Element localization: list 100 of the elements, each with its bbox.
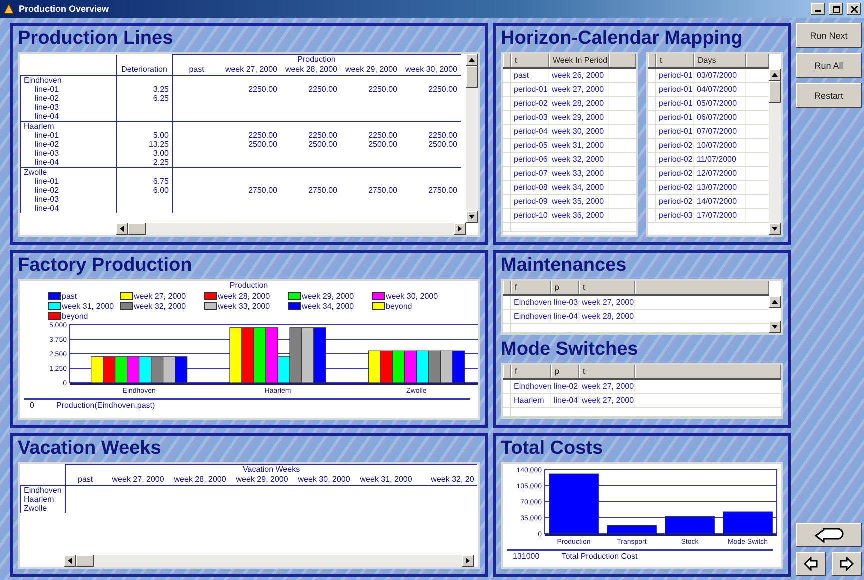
scroll-down-button[interactable] (769, 321, 781, 333)
previous-button[interactable] (796, 552, 826, 576)
table-cell: 03/07/2000 (694, 69, 746, 82)
scroll-left-button[interactable] (64, 555, 76, 567)
command-button[interactable]: Run All (796, 53, 862, 78)
chart-bar (139, 356, 152, 384)
table-cell: period-10 (511, 209, 549, 222)
return-button[interactable] (796, 523, 862, 547)
column-header[interactable]: t (579, 281, 635, 294)
column-header[interactable]: t (579, 365, 635, 378)
table-cell: 13/07/2000 (694, 181, 746, 194)
table-cell: 12/07/2000 (694, 167, 746, 180)
column-header: week 27, 2000 (225, 65, 278, 74)
scroll-thumb[interactable] (769, 81, 781, 103)
column-header[interactable]: f (511, 281, 551, 294)
command-button[interactable]: Restart (796, 83, 862, 108)
legend-label: week 27, 2000 (134, 292, 186, 300)
table-cell: week 27, 2000 (579, 296, 635, 309)
scroll-thumb[interactable] (466, 66, 478, 88)
table-cell: period-01 (656, 83, 694, 96)
down-triangle-icon (771, 323, 779, 331)
table-cell: 2750.00 (248, 186, 278, 195)
row-label: line-04 (35, 204, 60, 213)
row-label: line-04 (35, 112, 60, 121)
table-cell: line-04 (551, 394, 579, 407)
table-cell: line-03 (551, 296, 579, 309)
table-cell: 2250.00 (308, 85, 338, 94)
column-header[interactable]: t (511, 54, 549, 67)
table-cell: week 34, 2000 (549, 181, 609, 194)
table-cell: week 29, 2000 (549, 111, 609, 124)
column-group-header: Production (298, 55, 336, 64)
scroll-up-button[interactable] (466, 54, 478, 66)
close-button[interactable] (847, 3, 861, 15)
up-triangle-icon (771, 298, 779, 306)
row-label: line-03 (35, 103, 60, 112)
table-cell: 2500.00 (308, 140, 338, 149)
table-cell: 13.25 (148, 140, 169, 149)
column-header[interactable]: p (551, 365, 579, 378)
close-icon (850, 6, 858, 12)
table-cell: 2500.00 (248, 140, 278, 149)
table-cell: period-02 (656, 153, 694, 166)
table-cell: 2500.00 (368, 140, 398, 149)
chart-bar (368, 350, 381, 384)
scroll-down-button[interactable] (466, 211, 478, 223)
scroll-down-button[interactable] (769, 223, 781, 235)
table-cell: period-01 (656, 97, 694, 110)
column-header[interactable]: t (656, 54, 694, 67)
row-label: Haarlem (24, 495, 54, 504)
footer-value: 0 (30, 401, 34, 411)
legend-label: week 32, 2000 (134, 302, 186, 310)
scroll-right-button[interactable] (454, 223, 466, 235)
table-cell: week 28, 2000 (579, 310, 635, 323)
panel-title: Vacation Weeks (18, 437, 162, 460)
legend-label: beyond (62, 312, 88, 320)
legend-label: week 29, 2000 (302, 292, 354, 300)
minimize-button[interactable] (811, 3, 825, 15)
scroll-left-button[interactable] (116, 223, 128, 235)
column-header[interactable]: p (551, 281, 579, 294)
table-cell: 06/07/2000 (694, 111, 746, 124)
table-cell: period-02 (656, 139, 694, 152)
column-header[interactable]: Week In Period (549, 54, 609, 67)
command-button[interactable]: Run Next (796, 23, 862, 48)
scroll-thumb[interactable] (76, 555, 94, 567)
panel-title: Production Lines (18, 27, 174, 50)
next-button[interactable] (832, 552, 862, 576)
table-cell: line-02 (551, 380, 579, 393)
scrollbar[interactable] (466, 54, 478, 223)
chart-bar (440, 350, 453, 384)
table-cell: period-03 (656, 209, 694, 222)
table-cell: period-08 (511, 181, 549, 194)
table-cell: 2250.00 (428, 131, 458, 140)
chart-bar (416, 350, 429, 384)
scrollbar[interactable] (64, 555, 474, 567)
column-header: week 30, 2000 (405, 65, 458, 74)
scroll-up-button[interactable] (769, 296, 781, 308)
scroll-up-button[interactable] (769, 69, 781, 81)
down-triangle-icon (468, 213, 476, 221)
scrollbar[interactable] (769, 69, 781, 235)
column-header: week 29, 2000 (345, 65, 398, 74)
scroll-thumb[interactable] (128, 223, 146, 235)
table-cell: 2250.00 (368, 85, 398, 94)
scrollbar[interactable] (116, 223, 466, 235)
table-cell: period-01 (511, 83, 549, 96)
column-header: past (189, 65, 204, 74)
table-cell: 2.25 (153, 158, 169, 167)
footer-label: Production(Eindhoven,past) (56, 401, 156, 411)
table-cell: period-01 (656, 125, 694, 138)
right-triangle-icon (464, 557, 472, 565)
panel-title: Factory Production (18, 254, 192, 277)
window-title: Production Overview (19, 4, 110, 14)
maximize-button[interactable] (829, 3, 843, 15)
table-cell: 5.00 (153, 131, 169, 140)
chart-bar (175, 356, 188, 384)
table-cell: 04/07/2000 (694, 83, 746, 96)
column-header[interactable]: f (511, 365, 551, 378)
table-cell: Eindhoven (511, 380, 551, 393)
chart-bar (230, 328, 242, 384)
column-header: week 28, 2000 (285, 65, 338, 74)
column-header[interactable]: Days (694, 54, 746, 67)
scroll-right-button[interactable] (462, 555, 474, 567)
